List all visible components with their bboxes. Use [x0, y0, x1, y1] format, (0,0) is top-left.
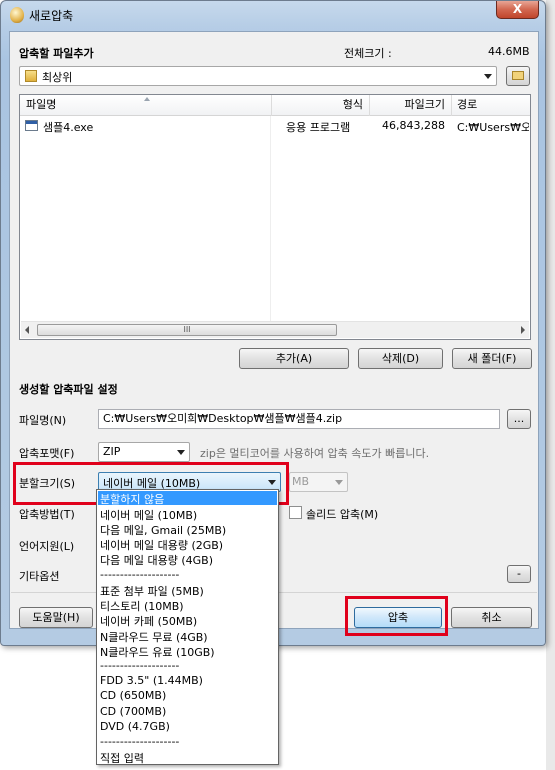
app-icon — [10, 7, 24, 23]
solid-checkbox[interactable] — [289, 506, 302, 519]
dropdown-option-naver-mail[interactable]: 네이버 메일 (10MB) — [100, 507, 197, 523]
format-hint: zip은 멀티코어를 사용하여 압축 속도가 빠릅니다. — [200, 447, 430, 460]
window-title: 새로압축 — [29, 9, 74, 23]
filename-label: 파일명(N) — [19, 414, 67, 427]
folder-up-icon — [512, 71, 524, 80]
help-button[interactable]: 도움말(H) — [19, 607, 93, 628]
dropdown-separator: -------------------- — [100, 568, 180, 581]
file-size-cell: 46,843,288 — [382, 119, 445, 132]
files-section-heading: 압축할 파일추가 — [19, 47, 94, 60]
method-label: 압축방법(T) — [19, 508, 75, 521]
file-path-cell: C:₩Users₩오미 — [457, 121, 529, 134]
dropdown-option-naver-cafe[interactable]: 네이버 카페 (50MB) — [100, 613, 197, 629]
dropdown-option-custom[interactable]: 직접 입력 — [100, 750, 144, 766]
dropdown-option-naver-large[interactable]: 네이버 메일 대용량 (2GB) — [100, 537, 223, 553]
format-value: ZIP — [103, 445, 121, 458]
title-bar[interactable]: 새로압축 X — [1, 1, 545, 29]
horizontal-scrollbar[interactable]: III — [21, 321, 529, 338]
dropdown-option-cd-650[interactable]: CD (650MB) — [100, 689, 166, 702]
chevron-down-icon — [335, 480, 343, 485]
column-type[interactable]: 형식 — [272, 95, 370, 116]
dropdown-option-ncloud-free[interactable]: N클라우드 무료 (4GB) — [100, 629, 208, 645]
solid-label[interactable]: 솔리드 압축(M) — [306, 506, 378, 522]
folder-icon — [25, 70, 37, 82]
dropdown-option-standard[interactable]: 표준 첨부 파일 (5MB) — [100, 583, 204, 599]
add-button[interactable]: 추가(A) — [239, 348, 349, 369]
compress-annotation-box — [345, 596, 448, 636]
dropdown-option-daum-gmail[interactable]: 다음 메일, Gmail (25MB) — [100, 522, 226, 538]
browse-button[interactable]: ... — [507, 409, 531, 429]
folder-combo-value: 최상위 — [42, 71, 73, 84]
dropdown-option-daum-large[interactable]: 다음 메일 대용량 (4GB) — [100, 552, 213, 568]
table-row[interactable]: 샘플4.exe 응용 프로그램 46,843,288 C:₩Users₩오미 — [20, 118, 530, 134]
new-folder-button[interactable]: 새 폴더(F) — [452, 348, 532, 369]
scroll-grip: III — [183, 325, 191, 334]
filename-field[interactable]: C:₩Users₩오미희₩Desktop₩샘플₩샘플4.zip — [98, 409, 500, 429]
total-size-value: 44.6MB — [488, 45, 530, 58]
scroll-left-icon[interactable] — [25, 326, 29, 334]
dropdown-separator: -------------------- — [100, 659, 180, 672]
dropdown-option-ncloud-paid[interactable]: N클라우드 유료 (10GB) — [100, 644, 215, 660]
chevron-down-icon — [484, 74, 492, 79]
etc-options-button[interactable]: - — [507, 565, 531, 583]
settings-heading: 생성할 압축파일 설정 — [19, 383, 118, 396]
split-unit-value: MB — [292, 475, 310, 488]
file-list-header: 파일명 형식 파일크기 경로 — [20, 95, 530, 116]
split-unit-select: MB — [289, 472, 348, 492]
scroll-thumb[interactable]: III — [37, 324, 337, 336]
etc-options-label: 기타옵션 — [19, 570, 60, 583]
desktop-background — [546, 0, 555, 770]
scroll-right-icon[interactable] — [521, 326, 525, 334]
folder-combo[interactable]: 최상위 — [19, 66, 497, 86]
delete-button[interactable]: 삭제(D) — [358, 348, 443, 369]
file-list[interactable]: 파일명 형식 파일크기 경로 샘플4.exe 응용 프로그램 46,843,28… — [19, 94, 531, 340]
col-divider — [270, 116, 271, 321]
format-label: 압축포맷(F) — [19, 447, 75, 460]
dropdown-option-no-split[interactable]: 분할하지 않음 — [100, 491, 164, 507]
split-size-dropdown[interactable]: 분할하지 않음 네이버 메일 (10MB) 다음 메일, Gmail (25MB… — [96, 489, 279, 765]
exe-file-icon — [25, 120, 38, 131]
total-size-label: 전체크기 : — [344, 47, 392, 60]
dropdown-option-fdd[interactable]: FDD 3.5" (1.44MB) — [100, 674, 203, 687]
dropdown-option-dvd[interactable]: DVD (4.7GB) — [100, 720, 170, 733]
file-type-cell: 응용 프로그램 — [286, 121, 351, 134]
language-label: 언어지원(L) — [19, 540, 75, 553]
dropdown-option-tistory[interactable]: 티스토리 (10MB) — [100, 598, 184, 614]
chevron-down-icon — [177, 450, 185, 455]
format-select[interactable]: ZIP — [98, 442, 190, 462]
dropdown-option-cd-700[interactable]: CD (700MB) — [100, 705, 166, 718]
column-path[interactable]: 경로 — [452, 95, 530, 116]
file-name-cell: 샘플4.exe — [43, 121, 94, 134]
cancel-button[interactable]: 취소 — [451, 607, 532, 628]
dropdown-separator: -------------------- — [100, 735, 180, 748]
column-size[interactable]: 파일크기 — [370, 95, 452, 116]
close-button[interactable]: X — [496, 1, 539, 19]
folder-up-button[interactable] — [506, 66, 530, 86]
sort-asc-icon — [144, 97, 150, 101]
